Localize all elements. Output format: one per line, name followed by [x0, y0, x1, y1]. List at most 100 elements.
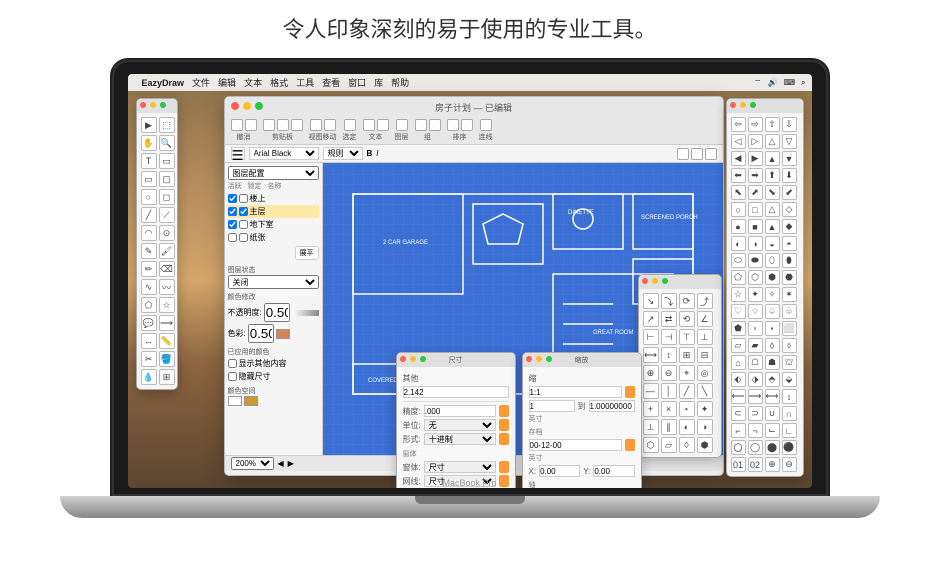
layer-row[interactable]: 地下室: [228, 218, 319, 231]
menu-window[interactable]: 窗口: [348, 76, 366, 89]
tb-text2[interactable]: [377, 119, 389, 131]
layer-config-select[interactable]: 图层配置: [228, 166, 319, 180]
sidebar-toggle[interactable]: ☰: [231, 147, 245, 160]
next-page-icon[interactable]: ▶: [288, 459, 294, 468]
tb-text[interactable]: [363, 119, 375, 131]
arrow-shape[interactable]: ⇄: [661, 311, 677, 327]
layer-row[interactable]: 纸张: [228, 231, 319, 244]
mark-shape[interactable]: ×: [661, 401, 677, 417]
shape-button[interactable]: ♧: [782, 304, 797, 319]
tool-callout[interactable]: 💬: [141, 315, 157, 331]
shape-button[interactable]: ◐: [731, 236, 746, 251]
dim-shape[interactable]: ⊢: [643, 329, 659, 345]
tool-label[interactable]: ▭: [159, 153, 175, 169]
font-family-select[interactable]: Arial Black: [249, 147, 319, 160]
dim-shape[interactable]: ↕: [661, 347, 677, 363]
menu-help[interactable]: 帮助: [391, 76, 409, 89]
tool-freehand[interactable]: 〰: [159, 279, 175, 295]
italic-button[interactable]: I: [376, 149, 378, 158]
mark-shape[interactable]: ⊖: [661, 365, 677, 381]
tool-measure[interactable]: 📏: [159, 333, 175, 349]
hide-dim-check[interactable]: [228, 372, 237, 381]
opacity-input[interactable]: [264, 303, 290, 322]
shape-button[interactable]: ○: [731, 202, 746, 217]
shape-button[interactable]: ♢: [748, 304, 763, 319]
mark-shape[interactable]: +: [643, 401, 659, 417]
shape-button[interactable]: ✶: [782, 287, 797, 302]
stepper[interactable]: [625, 439, 635, 451]
stepper[interactable]: [499, 405, 509, 417]
volume-icon[interactable]: 🔊: [768, 78, 778, 88]
shape-button[interactable]: ▼: [782, 151, 797, 166]
dim-shape[interactable]: ⊞: [679, 347, 695, 363]
tb-copy[interactable]: [277, 119, 289, 131]
menu-file[interactable]: 文件: [192, 76, 210, 89]
y-input[interactable]: [593, 465, 634, 477]
shape-button[interactable]: ⬝: [765, 321, 780, 336]
arrow-shape[interactable]: ∠: [697, 311, 713, 327]
shape-button[interactable]: ⬞: [748, 321, 763, 336]
tb-back[interactable]: [461, 119, 473, 131]
layer-active-check[interactable]: [228, 194, 237, 203]
color-input[interactable]: [248, 324, 274, 343]
shape-button[interactable]: ▷: [748, 134, 763, 149]
shape-button[interactable]: ⬖: [731, 372, 746, 387]
mark-shape[interactable]: ◊: [679, 437, 695, 453]
shape-button[interactable]: ☗: [765, 355, 780, 370]
align-center[interactable]: [691, 148, 703, 160]
stepper[interactable]: [625, 386, 635, 398]
shape-button[interactable]: ∟: [782, 423, 797, 438]
tool-spiral[interactable]: ⊙: [159, 225, 175, 241]
shape-button[interactable]: ∪: [765, 406, 780, 421]
shape-button[interactable]: ⇨: [748, 117, 763, 132]
mark-shape[interactable]: ∥: [661, 419, 677, 435]
arrow-shape[interactable]: ⤵: [661, 293, 677, 309]
tb-redo[interactable]: [245, 119, 257, 131]
show-other-check[interactable]: [228, 359, 237, 368]
tool-pointer[interactable]: ▶: [141, 117, 157, 133]
shape-button[interactable]: ⟶: [748, 389, 763, 404]
tb-paste[interactable]: [291, 119, 303, 131]
tool-rect[interactable]: ▭: [141, 171, 157, 187]
dim-shape[interactable]: ⊤: [679, 329, 695, 345]
shape-button[interactable]: ⬣: [782, 270, 797, 285]
mark-shape[interactable]: ⊕: [643, 365, 659, 381]
shape-button[interactable]: ◒: [765, 236, 780, 251]
shape-button[interactable]: ▽: [782, 134, 797, 149]
shape-button[interactable]: ⬨: [782, 338, 797, 353]
tool-connector[interactable]: ⟶: [159, 315, 175, 331]
shape-button[interactable]: ⌙: [765, 423, 780, 438]
tool-fill[interactable]: 🪣: [159, 351, 175, 367]
mark-shape[interactable]: ✦: [697, 401, 713, 417]
shape-button[interactable]: ◯: [748, 440, 763, 455]
shape-button[interactable]: ◓: [782, 236, 797, 251]
shape-button[interactable]: ⬅: [731, 168, 746, 183]
shape-button[interactable]: ☆: [731, 287, 746, 302]
mark-shape[interactable]: ⌖: [679, 365, 695, 381]
shape-button[interactable]: ⊕: [765, 457, 780, 472]
window-controls[interactable]: [231, 102, 263, 110]
shape-button[interactable]: ⊂: [731, 406, 746, 421]
shape-button[interactable]: ♤: [765, 304, 780, 319]
shape-button[interactable]: ⬢: [765, 270, 780, 285]
tool-oval[interactable]: ○: [141, 189, 157, 205]
tb-cut[interactable]: [263, 119, 275, 131]
unit-select[interactable]: 无: [424, 419, 496, 431]
layer-lock-check[interactable]: [239, 194, 248, 203]
shape-button[interactable]: ⛫: [782, 355, 797, 370]
shape-button[interactable]: ⬯: [765, 253, 780, 268]
shape-button[interactable]: ✧: [765, 287, 780, 302]
menu-text[interactable]: 文本: [244, 76, 262, 89]
scale-from-input[interactable]: [529, 400, 575, 412]
shape-button[interactable]: ⬉: [731, 185, 746, 200]
tool-roundrect[interactable]: ▢: [159, 171, 175, 187]
shape-button[interactable]: ▲: [765, 151, 780, 166]
shape-button[interactable]: ▰: [748, 338, 763, 353]
input-icon[interactable]: ⌨: [783, 78, 795, 88]
mark-shape[interactable]: ╱: [679, 383, 695, 399]
shape-button[interactable]: ■: [748, 219, 763, 234]
shape-button[interactable]: ⇦: [731, 117, 746, 132]
mark-shape[interactable]: ⬡: [643, 437, 659, 453]
layer-row[interactable]: 主层: [228, 205, 319, 218]
tool-brush[interactable]: 🖌: [159, 243, 175, 259]
